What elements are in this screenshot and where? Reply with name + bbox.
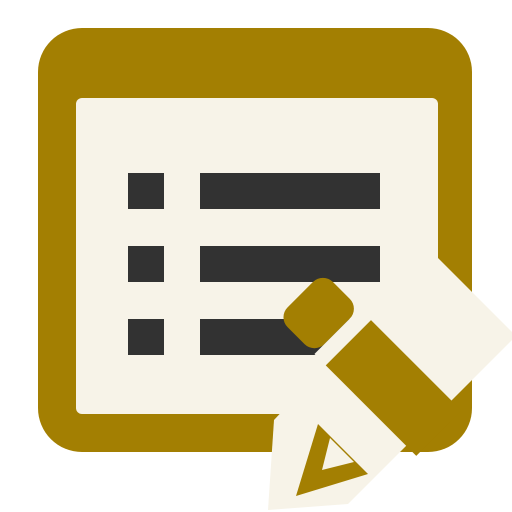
list-bullet-2 xyxy=(128,246,164,282)
list-bullet-3 xyxy=(128,319,164,355)
edit-list-icon xyxy=(0,0,512,512)
edit-list-icon-svg xyxy=(38,28,512,510)
list-bullet-1 xyxy=(128,173,164,209)
list-line-1 xyxy=(200,173,380,209)
list-line-2 xyxy=(200,246,380,282)
